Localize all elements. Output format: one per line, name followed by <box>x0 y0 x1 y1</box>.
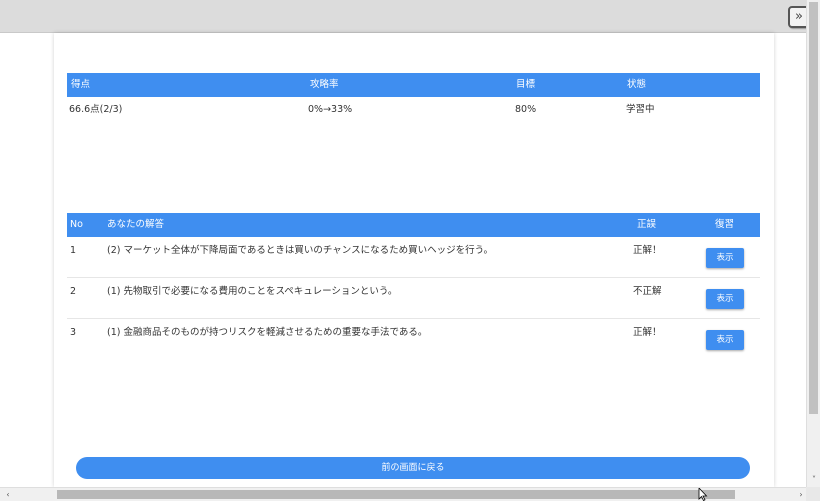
browser-toolbar: » <box>0 0 820 33</box>
header-status: 状態 <box>627 79 647 90</box>
show-button[interactable]: 表示 <box>706 248 744 268</box>
capture-rate-value: 0%→33% <box>308 104 353 115</box>
table-row: 2 (1) 先物取引で必要になる費用のことをスペキュレーションという。 不正解 … <box>67 278 760 319</box>
chevron-left-icon[interactable]: ‹ <box>3 489 13 500</box>
chevron-down-icon[interactable]: ˅ <box>809 475 819 485</box>
header-score: 得点 <box>71 79 91 90</box>
show-button[interactable]: 表示 <box>706 289 744 309</box>
summary-table-header: 得点 攻略率 目標 状態 <box>67 73 760 97</box>
mouse-cursor-icon <box>698 488 708 501</box>
row-no: 1 <box>70 245 77 256</box>
answers-table-header: No あなたの解答 正誤 復習 <box>67 213 760 237</box>
summary-row: 66.6点(2/3) 0%→33% 80% 学習中 <box>67 97 760 123</box>
back-button[interactable]: 前の画面に戻る <box>76 457 750 479</box>
header-no: No <box>70 219 83 230</box>
row-result: 正解！ <box>633 327 662 338</box>
row-no: 2 <box>70 286 77 297</box>
header-target: 目標 <box>516 79 536 90</box>
header-correctness: 正誤 <box>637 219 657 230</box>
chevron-right-icon[interactable]: › <box>796 489 806 500</box>
show-button[interactable]: 表示 <box>706 330 744 350</box>
header-your-answer: あなたの解答 <box>107 219 165 230</box>
row-no: 3 <box>70 327 77 338</box>
scrollbar-corner <box>806 487 820 501</box>
vertical-scrollbar[interactable]: ˅ <box>806 0 820 487</box>
result-card: 得点 攻略率 目標 状態 66.6点(2/3) 0%→33% 80% 学習中 N… <box>54 33 774 487</box>
vertical-scrollbar-thumb[interactable] <box>809 2 818 414</box>
horizontal-scrollbar-thumb[interactable] <box>57 490 735 499</box>
target-value: 80% <box>515 104 537 115</box>
table-row: 1 (2) マーケット全体が下降局面であるときは買いのチャンスになるため買いヘッ… <box>67 237 760 278</box>
row-answer: (1) 金融商品そのものが持つリスクを軽減させるための重要な手法である。 <box>107 327 428 338</box>
status-value: 学習中 <box>626 104 655 115</box>
header-review: 復習 <box>715 219 735 230</box>
row-result: 不正解 <box>633 286 662 297</box>
row-result: 正解！ <box>633 245 662 256</box>
header-capture-rate: 攻略率 <box>310 79 339 90</box>
table-row: 3 (1) 金融商品そのものが持つリスクを軽減させるための重要な手法である。 正… <box>67 319 760 360</box>
row-answer: (2) マーケット全体が下降局面であるときは買いのチャンスになるため買いヘッジを… <box>107 245 494 256</box>
score-value: 66.6点(2/3) <box>69 104 123 115</box>
row-answer: (1) 先物取引で必要になる費用のことをスペキュレーションという。 <box>107 286 398 297</box>
horizontal-scrollbar[interactable]: ‹ › <box>0 487 820 501</box>
